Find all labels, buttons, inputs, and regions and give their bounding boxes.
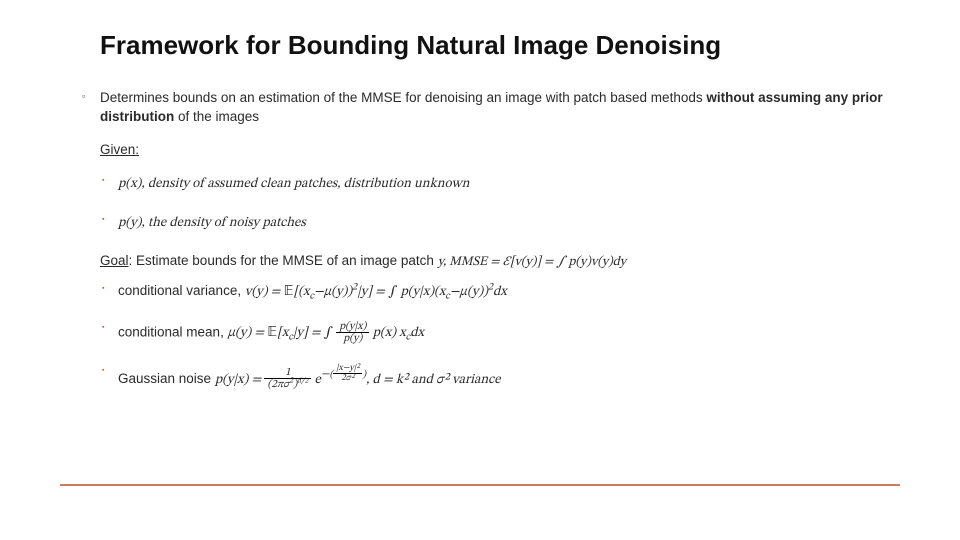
divider-rule bbox=[60, 484, 900, 486]
slide-title: Framework for Bounding Natural Image Den… bbox=[100, 30, 890, 61]
given-block: Given: bbox=[100, 141, 890, 160]
mean-math: μ(y) = 𝔼[xc|y] = ∫ p(y|x)p(y) p(x) xcdx bbox=[228, 327, 424, 340]
detail-item-mean: conditional mean, μ(y) = 𝔼[xc|y] = ∫ p(y… bbox=[100, 321, 890, 346]
goal-text: : Estimate bounds for the MMSE of an ima… bbox=[129, 253, 438, 268]
slide-body: Determines bounds on an estimation of th… bbox=[100, 89, 890, 392]
given-item: p(y), the density of noisy patches bbox=[100, 213, 890, 234]
gauss-frac1-den: (2πσ2)d∕2 bbox=[264, 379, 311, 392]
mean-frac-den: p(y) bbox=[336, 333, 369, 346]
goal-math: y, MMSE = ℰ[v(y)] = ∫ p(y)v(y)dy bbox=[438, 256, 626, 269]
gaussian-math: p(y|x) = 1(2πσ2)d∕2 e−(|x−y|²2σ²), d = k… bbox=[215, 374, 501, 387]
gauss-exp-num: |x−y|² bbox=[333, 364, 362, 374]
given-text: p(x), density of assumed clean patches, … bbox=[118, 178, 469, 191]
given-list: p(x), density of assumed clean patches, … bbox=[100, 174, 890, 234]
main-point-suffix: of the images bbox=[174, 109, 259, 124]
slide: Framework for Bounding Natural Image Den… bbox=[0, 0, 960, 540]
goal-label: Goal bbox=[100, 253, 129, 268]
mean-frac-num: p(y|x) bbox=[336, 321, 369, 334]
given-label: Given: bbox=[100, 142, 139, 157]
detail-list: conditional variance, v(y) = 𝔼[(xc−μ(y))… bbox=[100, 282, 890, 392]
detail-item-variance: conditional variance, v(y) = 𝔼[(xc−μ(y))… bbox=[100, 282, 890, 303]
goal-math-text: y, MMSE = ℰ[v(y)] = ∫ p(y)v(y)dy bbox=[438, 256, 626, 269]
main-point: Determines bounds on an estimation of th… bbox=[100, 89, 890, 127]
given-text: p(y), the density of noisy patches bbox=[118, 217, 306, 230]
detail-item-gaussian: Gaussian noise p(y|x) = 1(2πσ2)d∕2 e−(|x… bbox=[100, 364, 890, 392]
goal-block: Goal: Estimate bounds for the MMSE of an… bbox=[100, 252, 890, 272]
gaussian-suffix: , d = k² and σ² variance bbox=[366, 374, 500, 387]
variance-math: v(y) = 𝔼[(xc−μ(y))2|y] = ∫ p(y|x)(xc−μ(y… bbox=[245, 286, 507, 299]
main-point-prefix: Determines bounds on an estimation of th… bbox=[100, 90, 706, 105]
gauss-exp-den: 2σ² bbox=[333, 374, 362, 384]
mean-prefix: conditional mean, bbox=[118, 324, 228, 339]
variance-prefix: conditional variance, bbox=[118, 283, 245, 298]
given-item: p(x), density of assumed clean patches, … bbox=[100, 174, 890, 195]
gaussian-prefix: Gaussian noise bbox=[118, 371, 215, 386]
